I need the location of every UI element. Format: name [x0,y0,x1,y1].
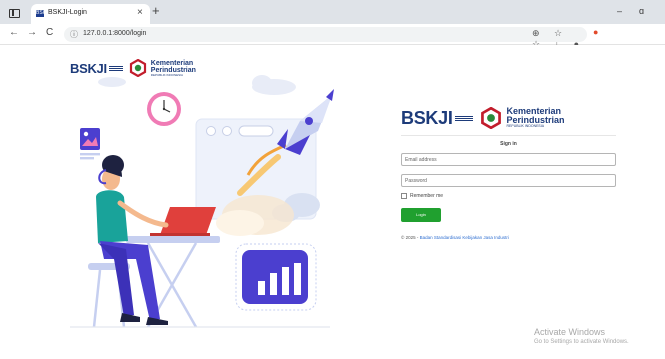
activate-windows-watermark: Activate Windows Go to Settings to activ… [534,327,629,345]
footer-copyright: © 2025 - Badan Standardisasi Kebijakan J… [401,235,616,240]
form-bskji-bars-icon [454,115,473,122]
form-kemenperin-logo: Kementerian Perindustrian REPUBLIK INDON… [478,107,565,129]
address-bar[interactable]: ⓘ 127.0.0.1:8000/login ⊕ ☆ ☆ ↓ ● ··· [64,27,587,60]
footer-prefix: © 2025 - [401,235,420,240]
restore-window-button[interactable]: ɑ [639,6,644,16]
clock-icon [147,92,181,126]
tab-title: BSKJI-Login [48,9,87,16]
email-field[interactable] [401,153,616,166]
watermark-title: Activate Windows [534,327,606,337]
form-kemenperin-emblem-icon [480,107,501,129]
sign-in-heading: Sign in [500,141,517,147]
watermark-subtitle: Go to Settings to activate Windows. [534,339,629,345]
remember-me-row[interactable]: Remember me [401,193,616,199]
forward-button[interactable]: → [27,27,37,38]
form-kemen-sub: REPUBLIK INDONESIA [506,124,545,129]
tab-close-icon[interactable]: × [137,7,143,18]
login-page: BSKJI Kementerian Perindustrian REPUBLIK… [0,45,665,359]
reload-button[interactable]: C [46,27,53,38]
remember-me-checkbox[interactable] [401,193,407,199]
login-button[interactable]: Login [401,208,441,222]
url-text[interactable]: 127.0.0.1:8000/login [83,30,146,37]
new-tab-button[interactable]: + [152,3,160,18]
remember-me-label: Remember me [410,193,444,199]
form-divider [401,135,616,136]
form-bskji-logo: BSKJI [401,107,453,128]
image-card-icon [80,128,100,160]
extension-icons[interactable]: ● [593,27,605,37]
window-menu-icon[interactable] [9,9,20,18]
address-toolbar: ← → C ⓘ 127.0.0.1:8000/login ⊕ ☆ ☆ ↓ ● ·… [0,24,665,60]
browser-tab-active[interactable]: BSK BSKJI-Login × [31,4,150,24]
form-logo: BSKJI Kementerian Perindustrian REPUBLIK… [401,107,616,129]
login-form-panel: BSKJI Kementerian Perindustrian REPUBLIK… [401,107,616,240]
footer-agency-link[interactable]: Badan Standardisasi Kebijakan Jasa Indus… [420,235,509,240]
site-info-icon[interactable]: ⓘ [70,29,78,40]
password-field[interactable] [401,174,616,187]
bskji-favicon-icon: BSK [36,10,47,17]
browser-tab-strip: BSK BSKJI-Login × + – ɑ [0,0,665,24]
back-button[interactable]: ← [9,27,19,38]
minimize-window-button[interactable]: – [617,6,622,16]
analytics-chart-icon [235,243,317,311]
hero-illustration [70,75,334,328]
